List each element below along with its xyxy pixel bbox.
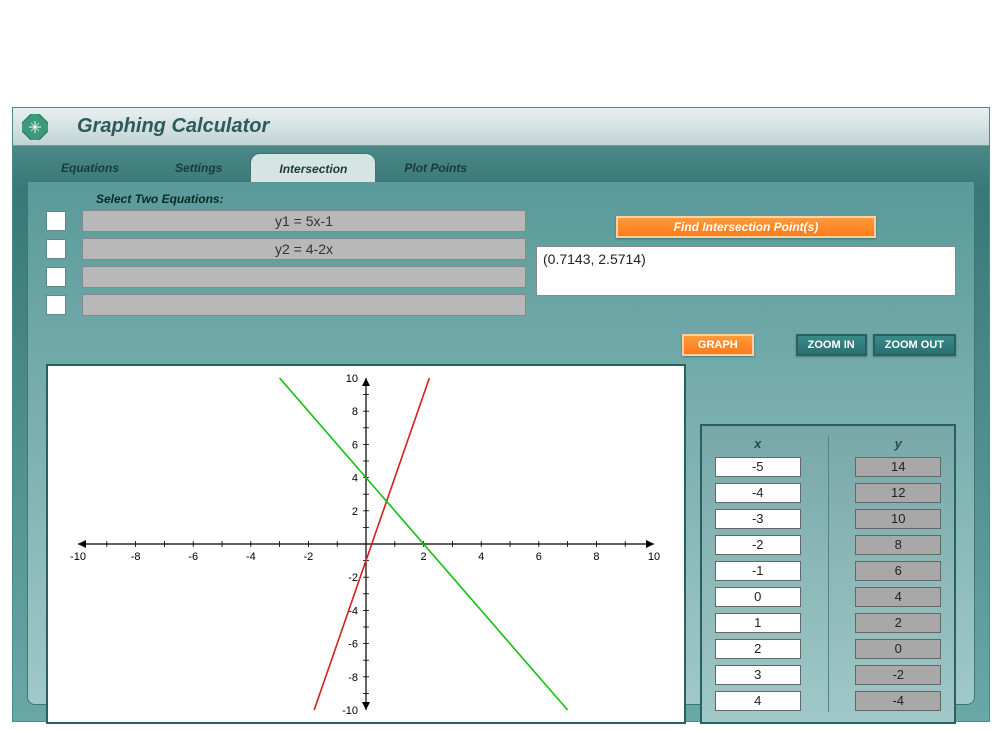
equation-checkbox-4[interactable]	[46, 295, 66, 315]
svg-text:10: 10	[346, 373, 358, 385]
top-section: y1 = 5x-1 y2 = 4-2x	[46, 210, 956, 322]
zoom-out-button[interactable]: ZOOM OUT	[873, 334, 956, 356]
intersection-result: (0.7143, 2.5714)	[536, 246, 956, 296]
svg-text:4: 4	[352, 473, 358, 485]
y-cell[interactable]: -4	[855, 691, 941, 711]
find-intersection-button[interactable]: Find Intersection Point(s)	[616, 216, 876, 238]
x-cell[interactable]: 2	[715, 639, 801, 659]
y-cell[interactable]: 12	[855, 483, 941, 503]
tabs: Equations Settings Intersection Plot Poi…	[13, 146, 989, 181]
intersection-panel: Select Two Equations: y1 = 5x-1 y2 = 4-2…	[27, 181, 975, 705]
svg-text:6: 6	[352, 439, 358, 451]
equation-slot-3[interactable]	[82, 266, 526, 288]
equation-checkbox-3[interactable]	[46, 267, 66, 287]
x-cell[interactable]: -3	[715, 509, 801, 529]
graph-button[interactable]: GRAPH	[682, 334, 754, 356]
x-cell[interactable]: -1	[715, 561, 801, 581]
select-equations-label: Select Two Equations:	[96, 192, 956, 206]
x-cell[interactable]: -5	[715, 457, 801, 477]
x-cell[interactable]: 1	[715, 613, 801, 633]
y-cell[interactable]: -2	[855, 665, 941, 685]
titlebar: Graphing Calculator	[13, 108, 989, 146]
x-cell[interactable]: -4	[715, 483, 801, 503]
app-window: Graphing Calculator Equations Settings I…	[12, 107, 990, 722]
svg-text:2: 2	[421, 551, 427, 563]
x-cell[interactable]: 4	[715, 691, 801, 711]
y-header: y	[895, 436, 902, 451]
svg-text:-4: -4	[246, 551, 256, 563]
equation-row-1: y1 = 5x-1	[46, 210, 526, 232]
equation-row-2: y2 = 4-2x	[46, 238, 526, 260]
equation-slot-4[interactable]	[82, 294, 526, 316]
x-header: x	[754, 436, 761, 451]
graph-controls: GRAPH ZOOM IN ZOOM OUT	[46, 334, 956, 356]
svg-text:10: 10	[648, 551, 660, 563]
svg-text:-8: -8	[348, 672, 358, 684]
y-cell[interactable]: 4	[855, 587, 941, 607]
svg-text:-6: -6	[188, 551, 198, 563]
graph-svg: -10-8-6-4-2246810-10-8-6-4-2246810	[48, 366, 684, 722]
y-cell[interactable]: 8	[855, 535, 941, 555]
lower-section: -10-8-6-4-2246810-10-8-6-4-2246810 x -5-…	[46, 364, 956, 724]
equations-column: y1 = 5x-1 y2 = 4-2x	[46, 210, 526, 322]
intersection-result-column: Find Intersection Point(s) (0.7143, 2.57…	[536, 210, 956, 322]
equation-slot-1[interactable]: y1 = 5x-1	[82, 210, 526, 232]
svg-text:8: 8	[593, 551, 599, 563]
svg-text:-10: -10	[70, 551, 86, 563]
equation-slot-2[interactable]: y2 = 4-2x	[82, 238, 526, 260]
svg-text:-2: -2	[348, 572, 358, 584]
content-area: Equations Settings Intersection Plot Poi…	[13, 146, 989, 721]
equation-row-3	[46, 266, 526, 288]
svg-text:-6: -6	[348, 639, 358, 651]
y-cell[interactable]: 0	[855, 639, 941, 659]
y-column: y 14 12 10 8 6 4 2 0 -2 -4	[853, 436, 945, 712]
tab-settings[interactable]: Settings	[147, 155, 250, 181]
y-cell[interactable]: 14	[855, 457, 941, 477]
svg-text:-2: -2	[304, 551, 314, 563]
y-cell[interactable]: 6	[855, 561, 941, 581]
svg-text:2: 2	[352, 506, 358, 518]
data-table-panel: x -5-4-3-2-101234 y 14121086420-2-4	[700, 424, 956, 724]
app-title: Graphing Calculator	[77, 115, 269, 138]
y-cell[interactable]: 10	[855, 509, 941, 529]
equation-checkbox-2[interactable]	[46, 239, 66, 259]
svg-text:6: 6	[536, 551, 542, 563]
calculator-icon	[21, 113, 49, 141]
zoom-in-button[interactable]: ZOOM IN	[796, 334, 867, 356]
svg-text:4: 4	[478, 551, 484, 563]
svg-text:-8: -8	[131, 551, 141, 563]
equation-row-4	[46, 294, 526, 316]
x-cell[interactable]: 3	[715, 665, 801, 685]
x-column: x -5 -4 -3 -2 -1 0 1 2 3 4	[712, 436, 804, 712]
tab-equations[interactable]: Equations	[33, 155, 147, 181]
x-cell[interactable]: -2	[715, 535, 801, 555]
svg-text:-10: -10	[342, 705, 358, 717]
y-cell[interactable]: 2	[855, 613, 941, 633]
equation-checkbox-1[interactable]	[46, 211, 66, 231]
x-cell[interactable]: 0	[715, 587, 801, 607]
tab-intersection[interactable]: Intersection	[250, 153, 376, 182]
column-divider	[828, 436, 829, 712]
tab-plot-points[interactable]: Plot Points	[376, 155, 495, 181]
graph-canvas[interactable]: -10-8-6-4-2246810-10-8-6-4-2246810	[46, 364, 686, 724]
svg-text:8: 8	[352, 406, 358, 418]
spacer	[760, 334, 790, 356]
